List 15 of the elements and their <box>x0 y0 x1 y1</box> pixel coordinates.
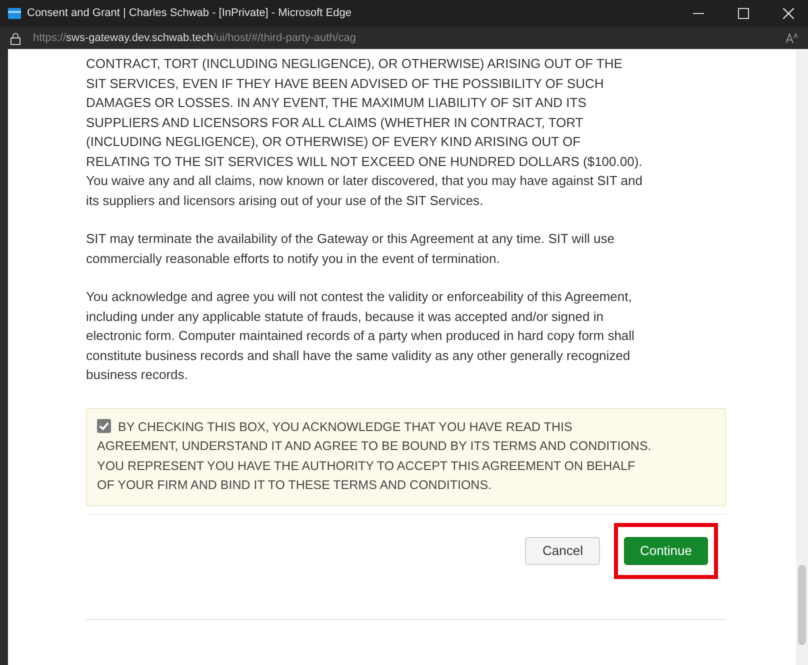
maximize-icon[interactable] <box>738 8 749 19</box>
continue-button[interactable]: Continue <box>624 536 708 564</box>
scrollbar-thumb[interactable] <box>798 565 806 645</box>
agreement-paragraph: SIT may terminate the availability of the Gateway or this Agreement at any time. SIT will use commercially reasonable efforts to notify you in the event of termination. <box>86 230 616 268</box>
cancel-button[interactable]: Cancel <box>525 536 600 564</box>
consent-text: BY CHECKING THIS BOX, YOU ACKNOWLEDGE THAT YOU HAVE READ THIS AGREEMENT, UNDERSTAND IT AND AGREE TO BE BOUND BY ITS TERMS AND CONDITIONS. YOU REPRESENT YOU HAVE THE AUTHORITY TO ACCEPT THIS AGREEMENT ON BEHALF OF YOUR FIRM AND BIND IT TO THESE TERMS AND CONDITIONS. <box>97 418 652 494</box>
agreement-paragraph: CONTRACT, TORT (INCLUDING NEGLIGENCE), OR OTHERWISE) ARISING OUT OF THE SIT SERVICES, EVEN IF THEY HAVE BEEN ADVISED OF THE POSSIBILITY OF SUCH DAMAGES OR LOSSES. IN ANY EVENT, THE MAXIMUM LIABILITY OF SIT AND ITS SUPPLIERS AND LICENSORS FOR ALL CLAIMS (WHETHER IN CONTRACT, TORT (INCLUDING NEGLIGENCE), OR OTHERWISE) OF EVERY KIND ARISING OUT OF RELATING TO THE SIT SERVICES WILL NOT EXCEED ONE HUNDRED DOLLARS ($100.00). You waive any and all claims, now known or later discovered, that you may have against SIT and its suppliers and licensors arising out of your use of the SIT Services. <box>86 55 644 210</box>
window-title: Consent and Grant | Charles Schwab - [InPrivate] - Microsoft Edge <box>27 6 352 22</box>
browser-icon <box>8 8 21 19</box>
scrollbar[interactable] <box>796 49 808 665</box>
consent-checkbox[interactable] <box>97 418 111 432</box>
close-icon[interactable] <box>783 8 794 19</box>
agreement-paragraph: You acknowledge and agree you will not contest the validity or enforceability of this Agreement, including under any applicable statute of frauds, because it was accepted and/or signed in electronic form. Computer maintained records of a party when produced in hard copy form shall constitute business records and shall have the same validity as any other generally recognized business records. <box>86 288 636 384</box>
read-aloud-icon[interactable] <box>786 32 798 44</box>
lock-icon[interactable] <box>10 32 21 44</box>
